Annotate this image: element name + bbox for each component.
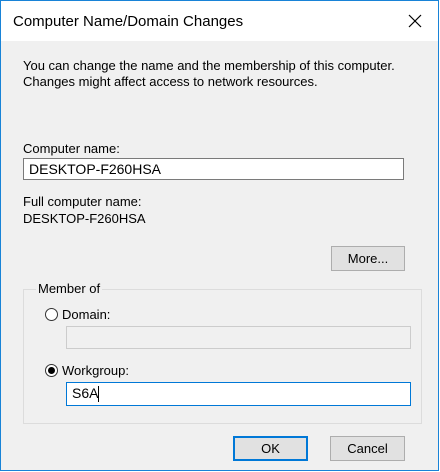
- member-of-legend: Member of: [36, 281, 103, 296]
- cancel-button[interactable]: Cancel: [330, 436, 405, 461]
- title-bar: Computer Name/Domain Changes: [1, 1, 438, 41]
- domain-radio-option[interactable]: Domain:: [45, 307, 110, 322]
- dialog-window: Computer Name/Domain Changes You can cha…: [0, 0, 439, 471]
- domain-radio[interactable]: [45, 308, 58, 321]
- full-computer-name-value: DESKTOP-F260HSA: [23, 211, 146, 226]
- dialog-title: Computer Name/Domain Changes: [13, 13, 244, 30]
- domain-input[interactable]: [66, 326, 411, 349]
- workgroup-radio[interactable]: [45, 364, 58, 377]
- computer-name-label: Computer name:: [23, 141, 120, 156]
- radio-selected-dot: [48, 367, 55, 374]
- computer-name-value: DESKTOP-F260HSA: [29, 161, 162, 177]
- member-of-group: Member of Domain: Workgroup: S6A: [23, 281, 422, 424]
- computer-name-input[interactable]: DESKTOP-F260HSA: [23, 158, 404, 180]
- workgroup-radio-option[interactable]: Workgroup:: [45, 363, 129, 378]
- close-icon: [408, 14, 422, 28]
- more-button[interactable]: More...: [331, 246, 405, 271]
- dialog-description: You can change the name and the membersh…: [23, 58, 395, 89]
- domain-label: Domain:: [62, 307, 111, 322]
- full-computer-name-label: Full computer name:: [23, 194, 142, 209]
- workgroup-value: S6A: [72, 385, 99, 401]
- ok-button[interactable]: OK: [233, 436, 308, 461]
- workgroup-label: Workgroup:: [62, 363, 129, 378]
- close-button[interactable]: [392, 1, 438, 41]
- workgroup-input[interactable]: S6A: [66, 382, 411, 406]
- text-caret: [98, 386, 100, 403]
